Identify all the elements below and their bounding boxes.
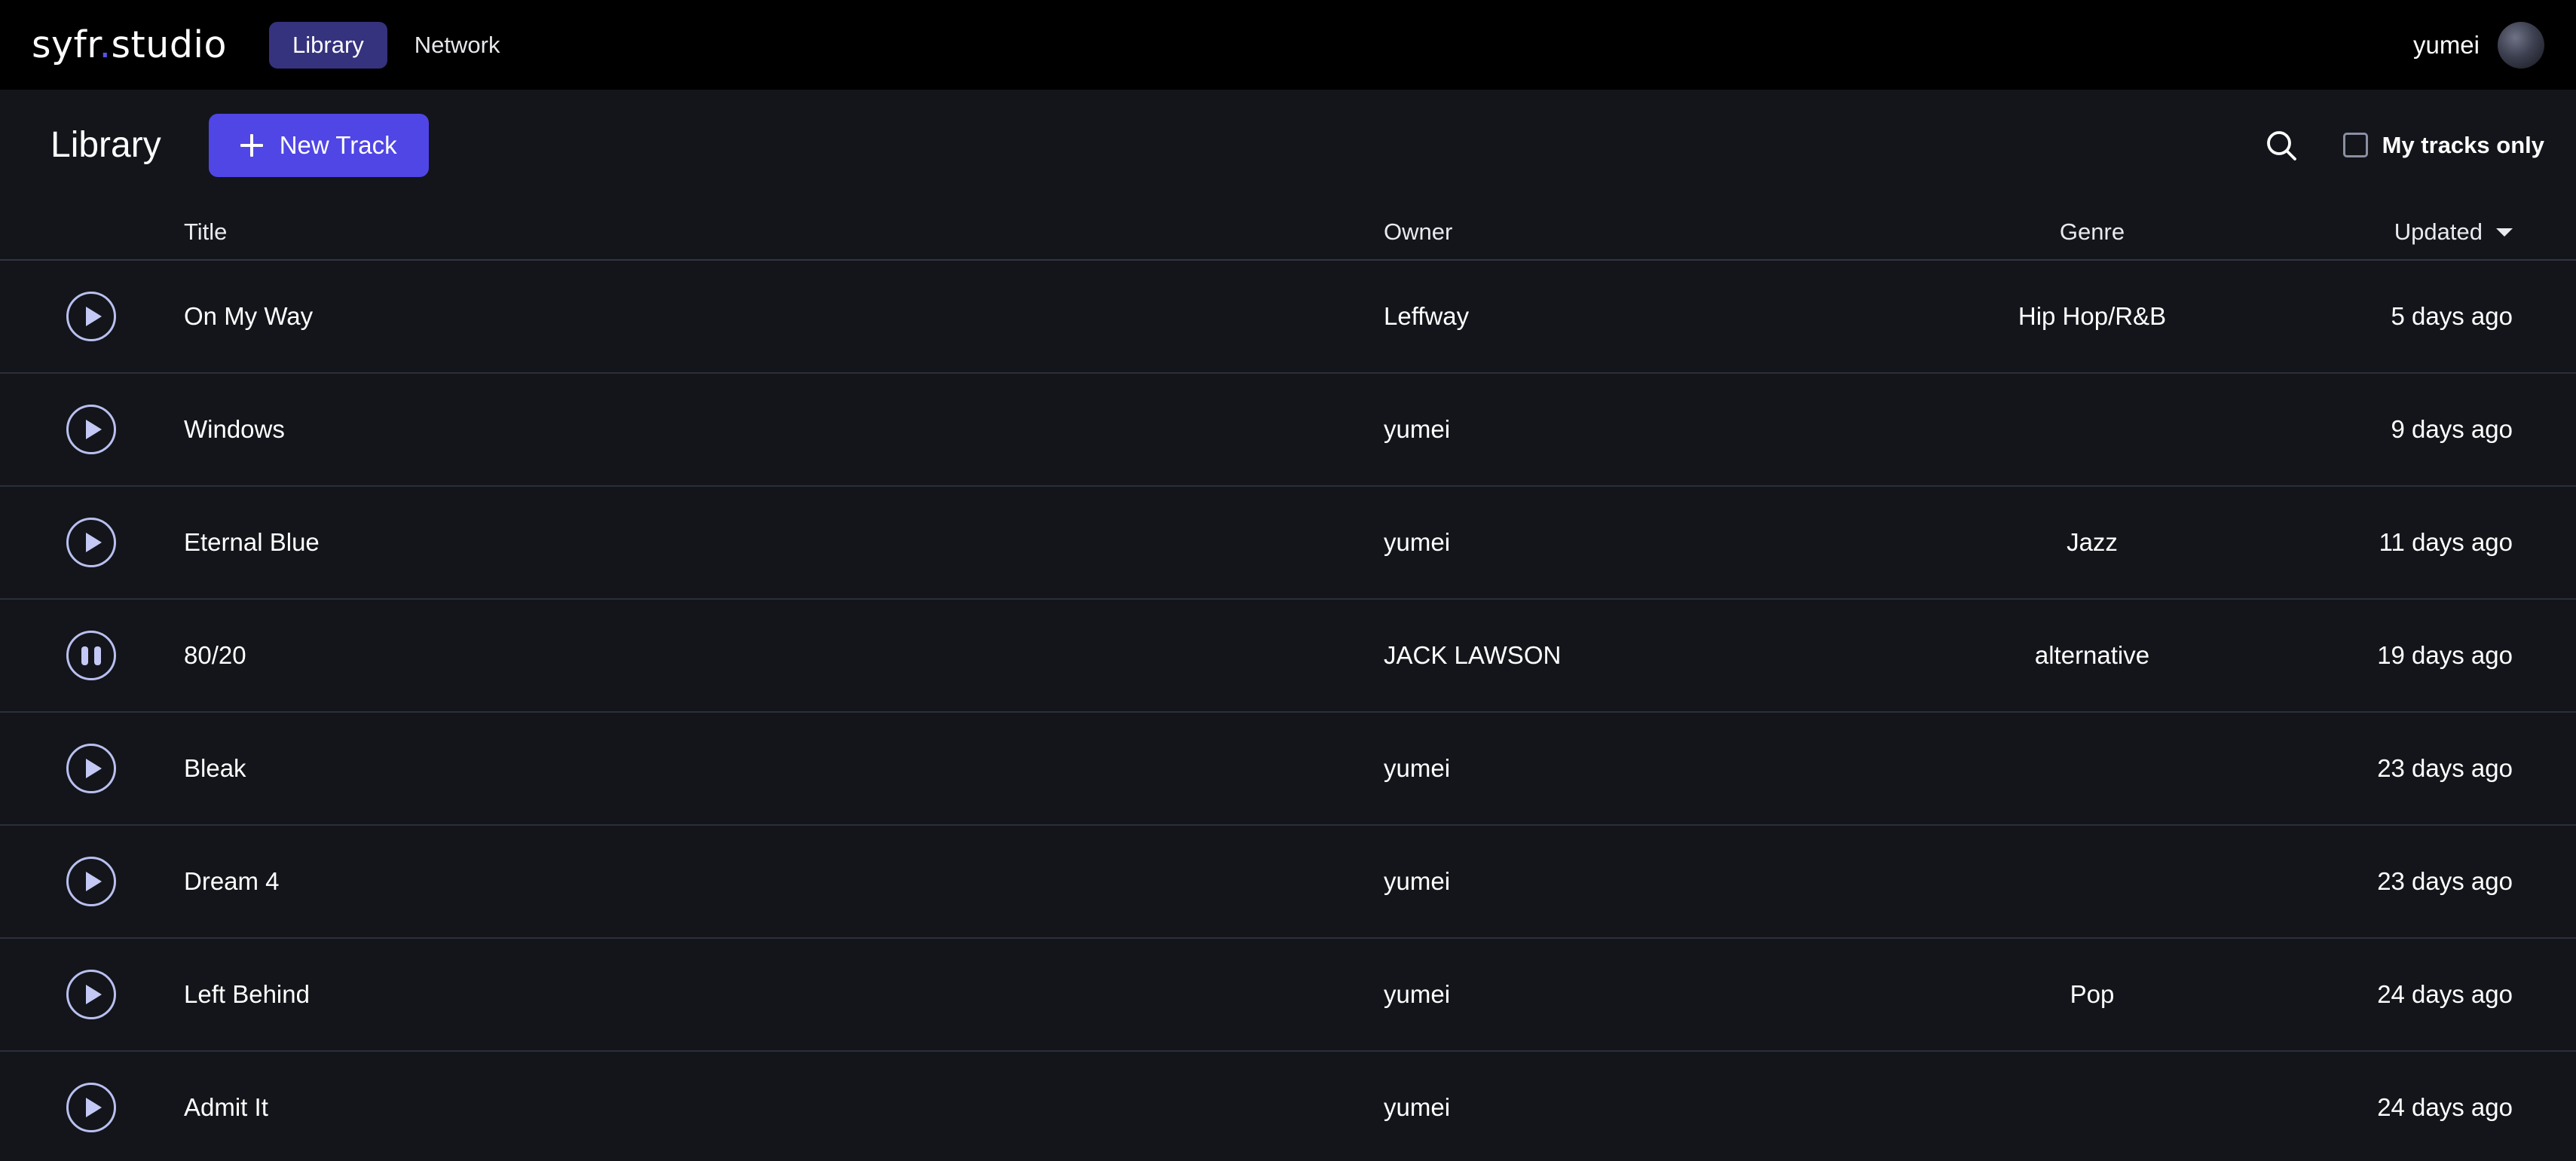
- table-row[interactable]: Admit It yumei 24 days ago: [0, 1052, 2576, 1161]
- table-row[interactable]: Eternal Blue yumei Jazz 11 days ago: [0, 487, 2576, 600]
- row-cell-updated: 9 days ago: [2391, 415, 2513, 443]
- row-cell-updated: 5 days ago: [2391, 302, 2513, 330]
- row-play-cell: [0, 405, 184, 454]
- row-cell-title: Bleak: [184, 754, 246, 782]
- table-body: On My Way Leffway Hip Hop/R&B 5 days ago Win…: [0, 261, 2576, 1161]
- row-cell-owner: yumei: [1384, 867, 1451, 895]
- row-cell-updated: 24 days ago: [2377, 980, 2513, 1008]
- page-title: Library: [50, 125, 161, 165]
- row-cell-updated: 23 days ago: [2377, 867, 2513, 895]
- row-cell-title: Windows: [184, 415, 285, 443]
- play-icon[interactable]: [66, 744, 116, 793]
- play-icon[interactable]: [66, 292, 116, 341]
- row-play-cell: [0, 744, 184, 793]
- column-header-title[interactable]: Title: [184, 218, 1384, 259]
- toolbar-actions: My tracks only: [2262, 126, 2544, 165]
- play-icon[interactable]: [66, 857, 116, 906]
- logo-dot: .: [99, 23, 112, 66]
- nav-item-library[interactable]: Library: [269, 21, 387, 69]
- row-cell-genre: alternative: [2034, 641, 2150, 669]
- app-logo[interactable]: syfr.studio: [32, 23, 227, 66]
- row-cell-title: On My Way: [184, 302, 314, 330]
- row-cell-title: Left Behind: [184, 980, 310, 1008]
- play-icon[interactable]: [66, 518, 116, 567]
- page-toolbar: Library New Track My tracks only: [0, 90, 2576, 200]
- logo-prefix: syfr: [32, 23, 99, 66]
- row-play-cell: [0, 857, 184, 906]
- row-cell-updated: 19 days ago: [2377, 641, 2513, 669]
- my-tracks-only-label: My tracks only: [2382, 131, 2544, 158]
- row-cell-updated: 23 days ago: [2377, 754, 2513, 782]
- row-cell-title: Dream 4: [184, 867, 280, 895]
- table-row[interactable]: Bleak yumei 23 days ago: [0, 713, 2576, 826]
- row-cell-owner: yumei: [1384, 1093, 1451, 1121]
- row-cell-owner: JACK LAWSON: [1384, 641, 1562, 669]
- plus-icon: [240, 133, 263, 157]
- row-cell-owner: yumei: [1384, 415, 1451, 443]
- column-header-updated[interactable]: Updated: [2243, 218, 2544, 259]
- new-track-button-label: New Track: [279, 130, 397, 159]
- row-cell-title: 80/20: [184, 641, 246, 669]
- row-cell-genre: Pop: [2070, 980, 2115, 1008]
- column-header-genre[interactable]: Genre: [1941, 218, 2243, 259]
- new-track-button[interactable]: New Track: [208, 113, 429, 177]
- my-tracks-only-checkbox[interactable]: [2342, 133, 2368, 157]
- row-cell-updated: 24 days ago: [2377, 1093, 2513, 1121]
- search-button[interactable]: [2262, 126, 2301, 165]
- table-row[interactable]: Dream 4 yumei 23 days ago: [0, 826, 2576, 939]
- tracks-table: Title Owner Genre Updated On My Way Leffw…: [0, 200, 2576, 1161]
- row-cell-genre: Hip Hop/R&B: [2018, 302, 2167, 330]
- logo-suffix: studio: [111, 23, 228, 66]
- row-play-cell: [0, 1083, 184, 1132]
- table-row[interactable]: On My Way Leffway Hip Hop/R&B 5 days ago: [0, 261, 2576, 374]
- row-play-cell: [0, 518, 184, 567]
- play-icon[interactable]: [66, 1083, 116, 1132]
- row-cell-owner: yumei: [1384, 754, 1451, 782]
- row-cell-owner: yumei: [1384, 980, 1451, 1008]
- nav-item-network[interactable]: Network: [395, 22, 520, 69]
- table-header-row: Title Owner Genre Updated: [0, 200, 2576, 261]
- user-name: yumei: [2412, 30, 2480, 59]
- avatar[interactable]: [2498, 21, 2544, 69]
- search-icon: [2266, 130, 2296, 160]
- chevron-down-icon: [2496, 228, 2513, 237]
- row-play-cell: [0, 970, 184, 1019]
- column-header-owner[interactable]: Owner: [1384, 218, 1941, 259]
- table-row[interactable]: Left Behind yumei Pop 24 days ago: [0, 939, 2576, 1052]
- row-play-cell: [0, 631, 184, 680]
- column-header-updated-label: Updated: [2394, 218, 2483, 245]
- play-icon[interactable]: [66, 970, 116, 1019]
- top-navigation-bar: syfr.studio Library Network yumei: [0, 0, 2576, 90]
- play-icon[interactable]: [66, 405, 116, 454]
- row-cell-title: Admit It: [184, 1093, 268, 1121]
- row-cell-owner: Leffway: [1384, 302, 1470, 330]
- row-cell-genre: Jazz: [2067, 528, 2118, 556]
- table-row[interactable]: 80/20 JACK LAWSON alternative 19 days ago: [0, 600, 2576, 713]
- row-play-cell: [0, 292, 184, 341]
- row-cell-owner: yumei: [1384, 528, 1451, 556]
- user-area: yumei: [2412, 21, 2544, 69]
- table-row[interactable]: Windows yumei 9 days ago: [0, 374, 2576, 487]
- row-cell-updated: 11 days ago: [2379, 528, 2513, 556]
- row-cell-title: Eternal Blue: [184, 528, 320, 556]
- pause-icon[interactable]: [66, 631, 116, 680]
- main-nav: Library Network: [269, 21, 520, 69]
- my-tracks-only-toggle[interactable]: My tracks only: [2342, 131, 2544, 159]
